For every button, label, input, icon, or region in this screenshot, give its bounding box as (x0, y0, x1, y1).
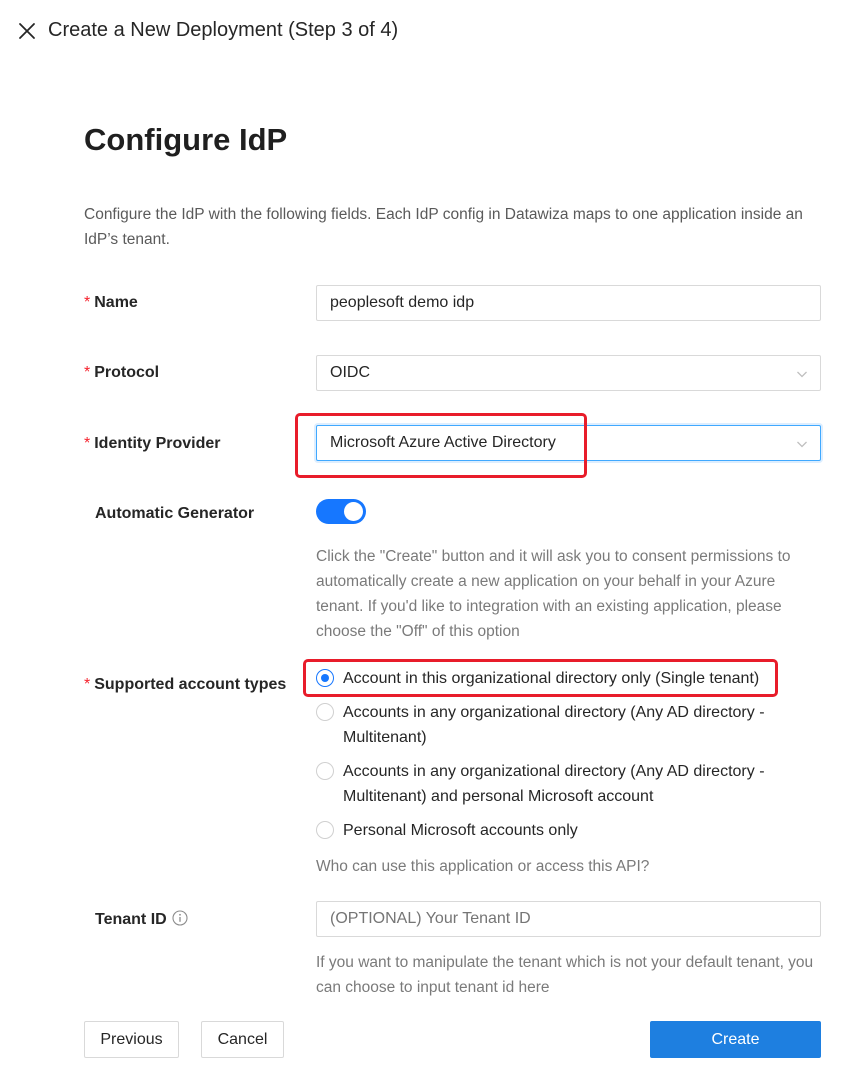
protocol-select-value: OIDC (330, 364, 370, 381)
account-types-label-text: Supported account types (94, 676, 287, 693)
radio-button[interactable] (316, 821, 334, 839)
required-mark: * (84, 294, 91, 311)
identity-provider-select-value: Microsoft Azure Active Directory (330, 434, 556, 451)
radio-label: Accounts in any organizational directory… (343, 763, 765, 805)
identity-provider-label: * Identity Provider (84, 435, 220, 453)
radio-button[interactable] (316, 703, 334, 721)
close-icon (19, 23, 35, 39)
protocol-label-text: Protocol (94, 364, 160, 381)
radio-label: Account in this organizational directory… (343, 670, 760, 687)
identity-provider-select[interactable]: Microsoft Azure Active Directory (316, 425, 821, 461)
top-bar: Create a New Deployment (Step 3 of 4) (0, 0, 850, 64)
tenant-id-label-text: Tenant ID (95, 911, 167, 928)
identity-provider-label-text: Identity Provider (94, 435, 221, 452)
name-input-value: peoplesoft demo idp (330, 294, 475, 311)
account-type-option-multitenant-personal[interactable]: Accounts in any organizational directory… (316, 759, 803, 809)
protocol-select[interactable]: OIDC (316, 355, 821, 391)
page-title: Configure IdP (84, 122, 288, 157)
automatic-generator-toggle[interactable] (316, 499, 366, 524)
tenant-id-label: Tenant ID (95, 910, 188, 929)
window-title: Create a New Deployment (Step 3 of 4) (48, 19, 399, 41)
account-type-option-personal-only[interactable]: Personal Microsoft accounts only (316, 818, 803, 843)
page-intro: Configure the IdP with the following fie… (84, 206, 803, 248)
info-icon[interactable] (172, 910, 188, 926)
create-button[interactable]: Create (650, 1021, 821, 1058)
automatic-generator-help: Click the "Create" button and it will as… (316, 548, 791, 640)
chevron-down-icon (797, 441, 807, 448)
tenant-id-help: If you want to manipulate the tenant whi… (316, 954, 814, 996)
close-button[interactable] (16, 18, 38, 44)
previous-button[interactable]: Previous (84, 1021, 179, 1058)
account-type-option-multitenant[interactable]: Accounts in any organizational directory… (316, 700, 803, 750)
required-mark: * (84, 364, 91, 381)
toggle-knob (344, 502, 363, 521)
radio-button[interactable] (316, 669, 334, 687)
protocol-label: * Protocol (84, 364, 159, 382)
account-types-help: Who can use this application or access t… (316, 858, 650, 875)
name-input[interactable]: peoplesoft demo idp (316, 285, 821, 321)
radio-label: Personal Microsoft accounts only (343, 822, 578, 839)
account-type-option-single-tenant[interactable]: Account in this organizational directory… (316, 666, 803, 691)
account-types-label: * Supported account types (84, 676, 286, 694)
name-label: * Name (84, 294, 138, 312)
name-label-text: Name (94, 294, 138, 311)
radio-label: Accounts in any organizational directory… (343, 704, 765, 746)
automatic-generator-label: Automatic Generator (95, 505, 255, 522)
tenant-id-input[interactable] (316, 901, 821, 937)
radio-button[interactable] (316, 762, 334, 780)
chevron-down-icon (797, 371, 807, 378)
cancel-button[interactable]: Cancel (201, 1021, 284, 1058)
required-mark: * (84, 676, 91, 693)
required-mark: * (84, 435, 91, 452)
